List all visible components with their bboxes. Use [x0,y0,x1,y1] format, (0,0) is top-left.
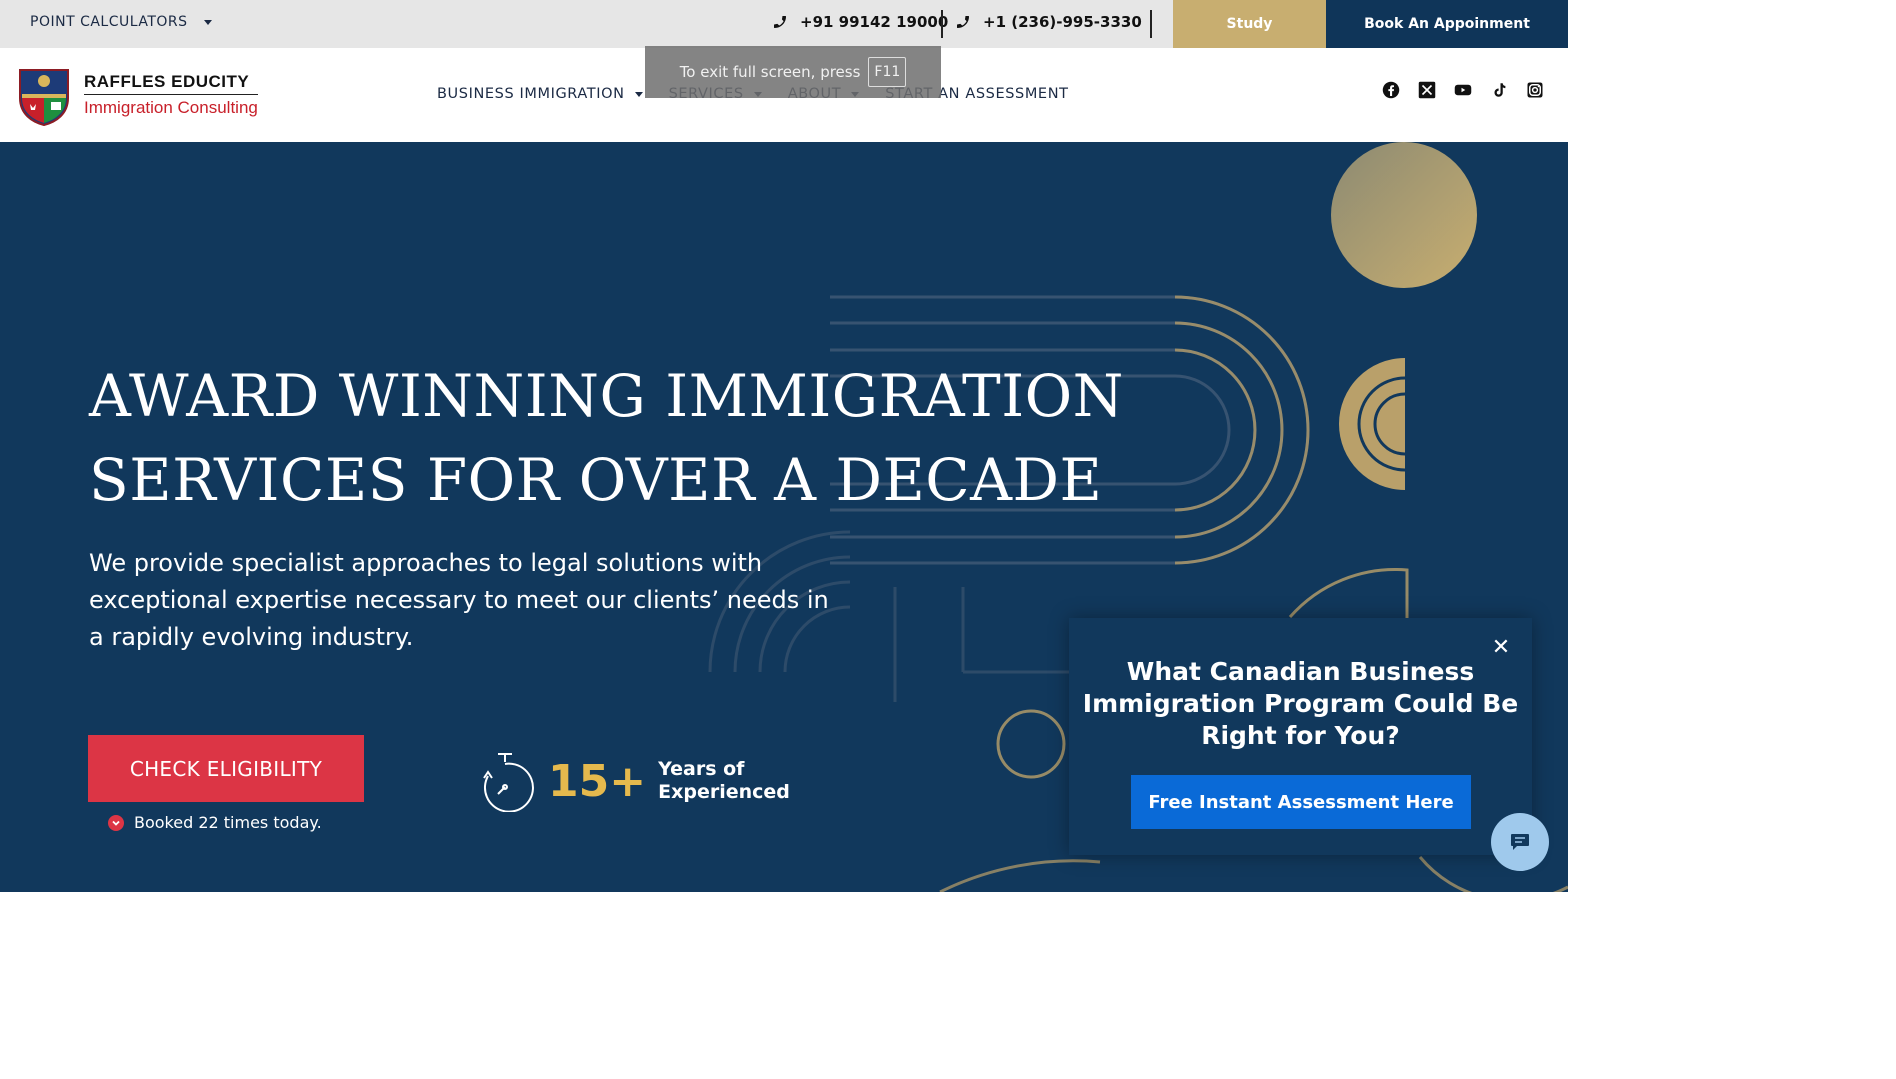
experience-stat: 15+ Years of Experienced [476,750,790,812]
nav-item-business-immigration[interactable]: BUSINESS IMMIGRATION [437,86,643,102]
chat-launcher-button[interactable] [1491,813,1549,871]
instagram-icon[interactable] [1526,81,1544,99]
divider [1150,10,1152,38]
fullscreen-exit-tooltip: To exit full screen, press F11 [645,46,941,98]
check-eligibility-button[interactable]: CHECK ELIGIBILITY [88,735,364,802]
hero-heading-line2: SERVICES FOR OVER A DECADE [89,446,1103,514]
hero-heading: AWARD WINNING IMMIGRATION SERVICES FOR O… [89,354,1124,522]
facebook-icon[interactable] [1382,81,1400,99]
phone-link-india[interactable]: +91 99142 19000 [772,13,948,31]
top-bar: POINT CALCULATORS +91 99142 19000 +1 (23… [0,0,1568,48]
fullscreen-key: F11 [868,57,907,87]
chevron-down-icon [634,91,643,97]
site-logo[interactable]: RAFFLES EDUCITY Immigration Consulting [16,64,258,126]
point-calculators-menu[interactable]: POINT CALCULATORS [30,14,212,30]
stopwatch-icon [483,753,534,812]
nav-label: BUSINESS IMMIGRATION [437,86,625,102]
youtube-icon[interactable] [1454,81,1472,99]
crest-logo-icon [19,69,69,126]
hero-description: We provide specialist approaches to lega… [89,549,829,651]
stat-label-line1: Years of [658,758,745,780]
social-links [1382,81,1544,99]
tiktok-icon[interactable] [1490,81,1508,99]
booked-text: Booked 22 times today. [134,813,322,832]
booked-counter: Booked 22 times today. [108,813,322,832]
phone-number-canada: +1 (236)-995-3330 [983,13,1142,31]
free-assessment-button[interactable]: Free Instant Assessment Here [1131,775,1471,829]
phone-icon [774,15,786,28]
hero-heading-line1: AWARD WINNING IMMIGRATION [89,362,1124,430]
stat-label: Years of Experienced [658,758,790,804]
x-icon[interactable] [1418,81,1436,99]
check-circle-icon [108,814,124,831]
point-calculators-label: POINT CALCULATORS [30,14,188,30]
popup-title: What Canadian Business Immigration Progr… [1082,657,1519,750]
divider [941,10,943,38]
stat-label-line2: Experienced [658,781,790,803]
phone-number-india: +91 99142 19000 [800,13,949,31]
stat-number: 15+ [548,755,647,807]
logo-tagline: Immigration Consulting [84,98,258,117]
book-appointment-button[interactable]: Book An Appoinment [1326,0,1568,48]
chat-bubble-icon [1511,834,1529,850]
study-button[interactable]: Study [1173,0,1326,48]
fullscreen-tip-text: To exit full screen, press [679,63,861,81]
phone-icon [957,15,969,28]
close-icon[interactable]: ✕ [1489,635,1513,660]
logo-name: RAFFLES EDUCITY [84,72,258,95]
phone-link-canada[interactable]: +1 (236)-995-3330 [955,13,1142,31]
chevron-down-icon [203,19,212,25]
